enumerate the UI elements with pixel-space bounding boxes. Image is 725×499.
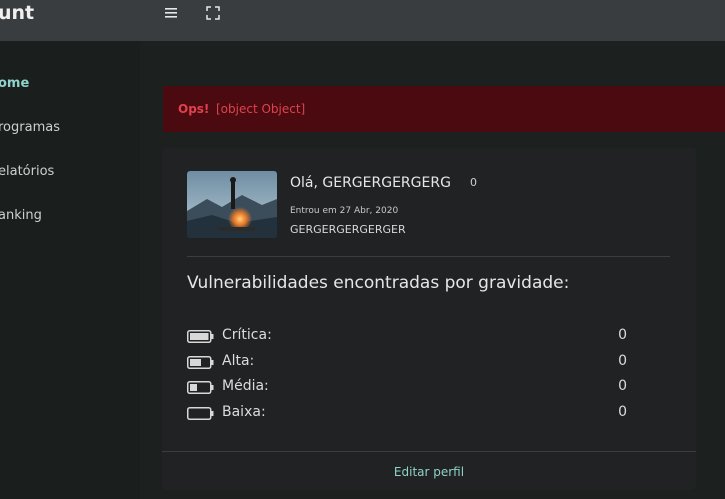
card-footer-divider: [162, 451, 696, 452]
battery-empty-icon: [187, 407, 214, 420]
severity-label: Baixa:: [222, 404, 266, 420]
severity-count: 0: [618, 404, 627, 420]
sidebar-item-programas[interactable]: rogramas: [0, 120, 60, 135]
battery-half-icon: [187, 356, 214, 369]
alert-message: [object Object]: [216, 102, 306, 116]
severity-label: Crítica:: [222, 327, 272, 343]
vulnerability-row-alta: Alta: 0: [187, 353, 627, 373]
sidebar-item-ranking[interactable]: anking: [0, 208, 42, 223]
edit-profile-link[interactable]: Editar perfil: [162, 465, 696, 479]
severity-count: 0: [618, 327, 627, 343]
sidebar-item-home[interactable]: ome: [0, 76, 29, 91]
profile-points: 0: [470, 176, 477, 189]
sidebar-item-relatorios[interactable]: elatórios: [0, 164, 54, 179]
fullscreen-icon[interactable]: [203, 3, 223, 23]
profile-greeting: Olá, GERGERGERGERG: [290, 175, 451, 191]
error-alert: Ops! [object Object]: [163, 86, 725, 132]
profile-join-date: Entrou em 27 Abr, 2020: [290, 206, 399, 216]
battery-full-icon: [187, 330, 214, 343]
severity-label: Alta:: [222, 353, 255, 369]
profile-username: GERGERGERGERGER: [290, 223, 406, 236]
severity-count: 0: [618, 353, 627, 369]
profile-card: Olá, GERGERGERGERG 0 Entrou em 27 Abr, 2…: [162, 148, 696, 490]
vulnerabilities-title: Vulnerabilidades encontradas por gravida…: [187, 273, 570, 293]
severity-count: 0: [618, 378, 627, 394]
battery-quarter-icon: [187, 381, 214, 394]
divider: [187, 256, 670, 257]
top-navbar: unt: [0, 0, 725, 41]
brand-logo-text: unt: [0, 2, 35, 24]
hamburger-icon[interactable]: [162, 3, 182, 23]
vulnerability-row-baixa: Baixa: 0: [187, 404, 627, 424]
avatar: [187, 171, 277, 238]
sidebar: ome rogramas elatórios anking: [0, 41, 140, 499]
vulnerability-row-media: Média: 0: [187, 378, 627, 398]
severity-label: Média:: [222, 378, 269, 394]
vulnerability-row-critica: Crítica: 0: [187, 327, 627, 347]
alert-title: Ops!: [178, 102, 210, 116]
